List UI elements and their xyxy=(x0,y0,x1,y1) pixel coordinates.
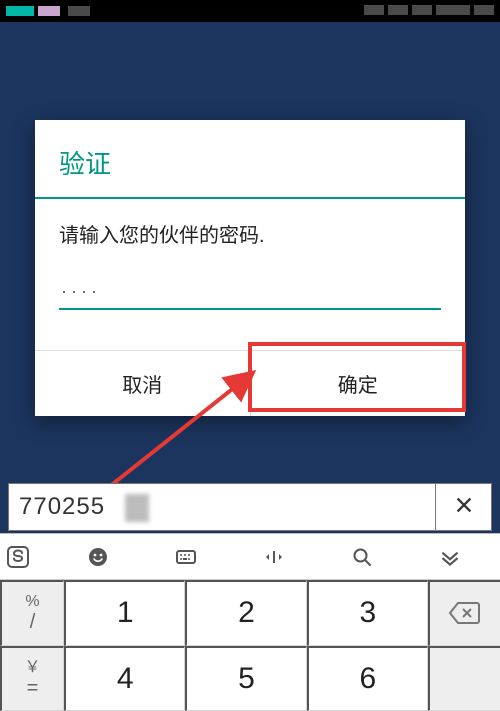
redaction-blur xyxy=(125,494,149,522)
clear-id-button[interactable] xyxy=(435,484,491,530)
emoji-icon xyxy=(86,545,110,569)
num-key-5[interactable]: 5 xyxy=(185,646,306,711)
close-icon xyxy=(453,494,475,516)
num-key-4[interactable]: 4 xyxy=(64,646,185,711)
dialog-title: 验证 xyxy=(35,120,465,197)
key-label-top: % xyxy=(25,594,39,610)
cursor-move-button[interactable] xyxy=(230,545,318,569)
ime-logo-button[interactable] xyxy=(6,545,54,569)
status-indicator xyxy=(68,6,90,16)
status-indicator xyxy=(6,6,34,16)
keyboard-layout-button[interactable] xyxy=(142,545,230,569)
soft-keyboard: % / 1 2 3 ￥ = 4 5 6 xyxy=(0,534,500,711)
keyboard-icon xyxy=(174,545,198,569)
num-key-3[interactable]: 3 xyxy=(307,580,428,646)
keyboard-toolbar xyxy=(0,534,500,580)
dialog-button-row: 取消 确定 xyxy=(35,350,465,416)
num-key-6[interactable]: 6 xyxy=(307,646,428,711)
backspace-key[interactable] xyxy=(428,580,500,646)
chevron-down-icon xyxy=(437,544,463,570)
status-indicator xyxy=(38,6,60,16)
symbol-key-percent-slash[interactable]: % / xyxy=(0,580,64,646)
confirm-button[interactable]: 确定 xyxy=(250,351,466,416)
password-input[interactable] xyxy=(59,274,441,310)
sogou-logo-icon xyxy=(6,545,30,569)
status-right xyxy=(360,2,494,20)
search-icon xyxy=(350,545,374,569)
partner-id-bar xyxy=(8,483,492,531)
num-key-1[interactable]: 1 xyxy=(64,580,185,646)
num-key-2[interactable]: 2 xyxy=(185,580,306,646)
partner-id-input[interactable] xyxy=(9,493,435,521)
backspace-icon xyxy=(448,600,482,626)
emoji-button[interactable] xyxy=(54,545,142,569)
cancel-button[interactable]: 取消 xyxy=(35,351,250,416)
hide-keyboard-button[interactable] xyxy=(406,544,494,570)
key-label-top: ￥ xyxy=(24,660,40,676)
dialog-message: 请输入您的伙伴的密码. xyxy=(59,219,441,248)
search-button[interactable] xyxy=(318,545,406,569)
verify-dialog: 验证 请输入您的伙伴的密码. 取消 确定 xyxy=(35,120,465,416)
enter-key-partial[interactable] xyxy=(428,646,500,711)
key-label-bot: = xyxy=(27,678,39,698)
status-bar xyxy=(0,0,500,22)
key-label-bot: / xyxy=(30,612,36,632)
symbol-key-yen-equals[interactable]: ￥ = xyxy=(0,646,64,711)
cursor-move-icon xyxy=(262,545,286,569)
